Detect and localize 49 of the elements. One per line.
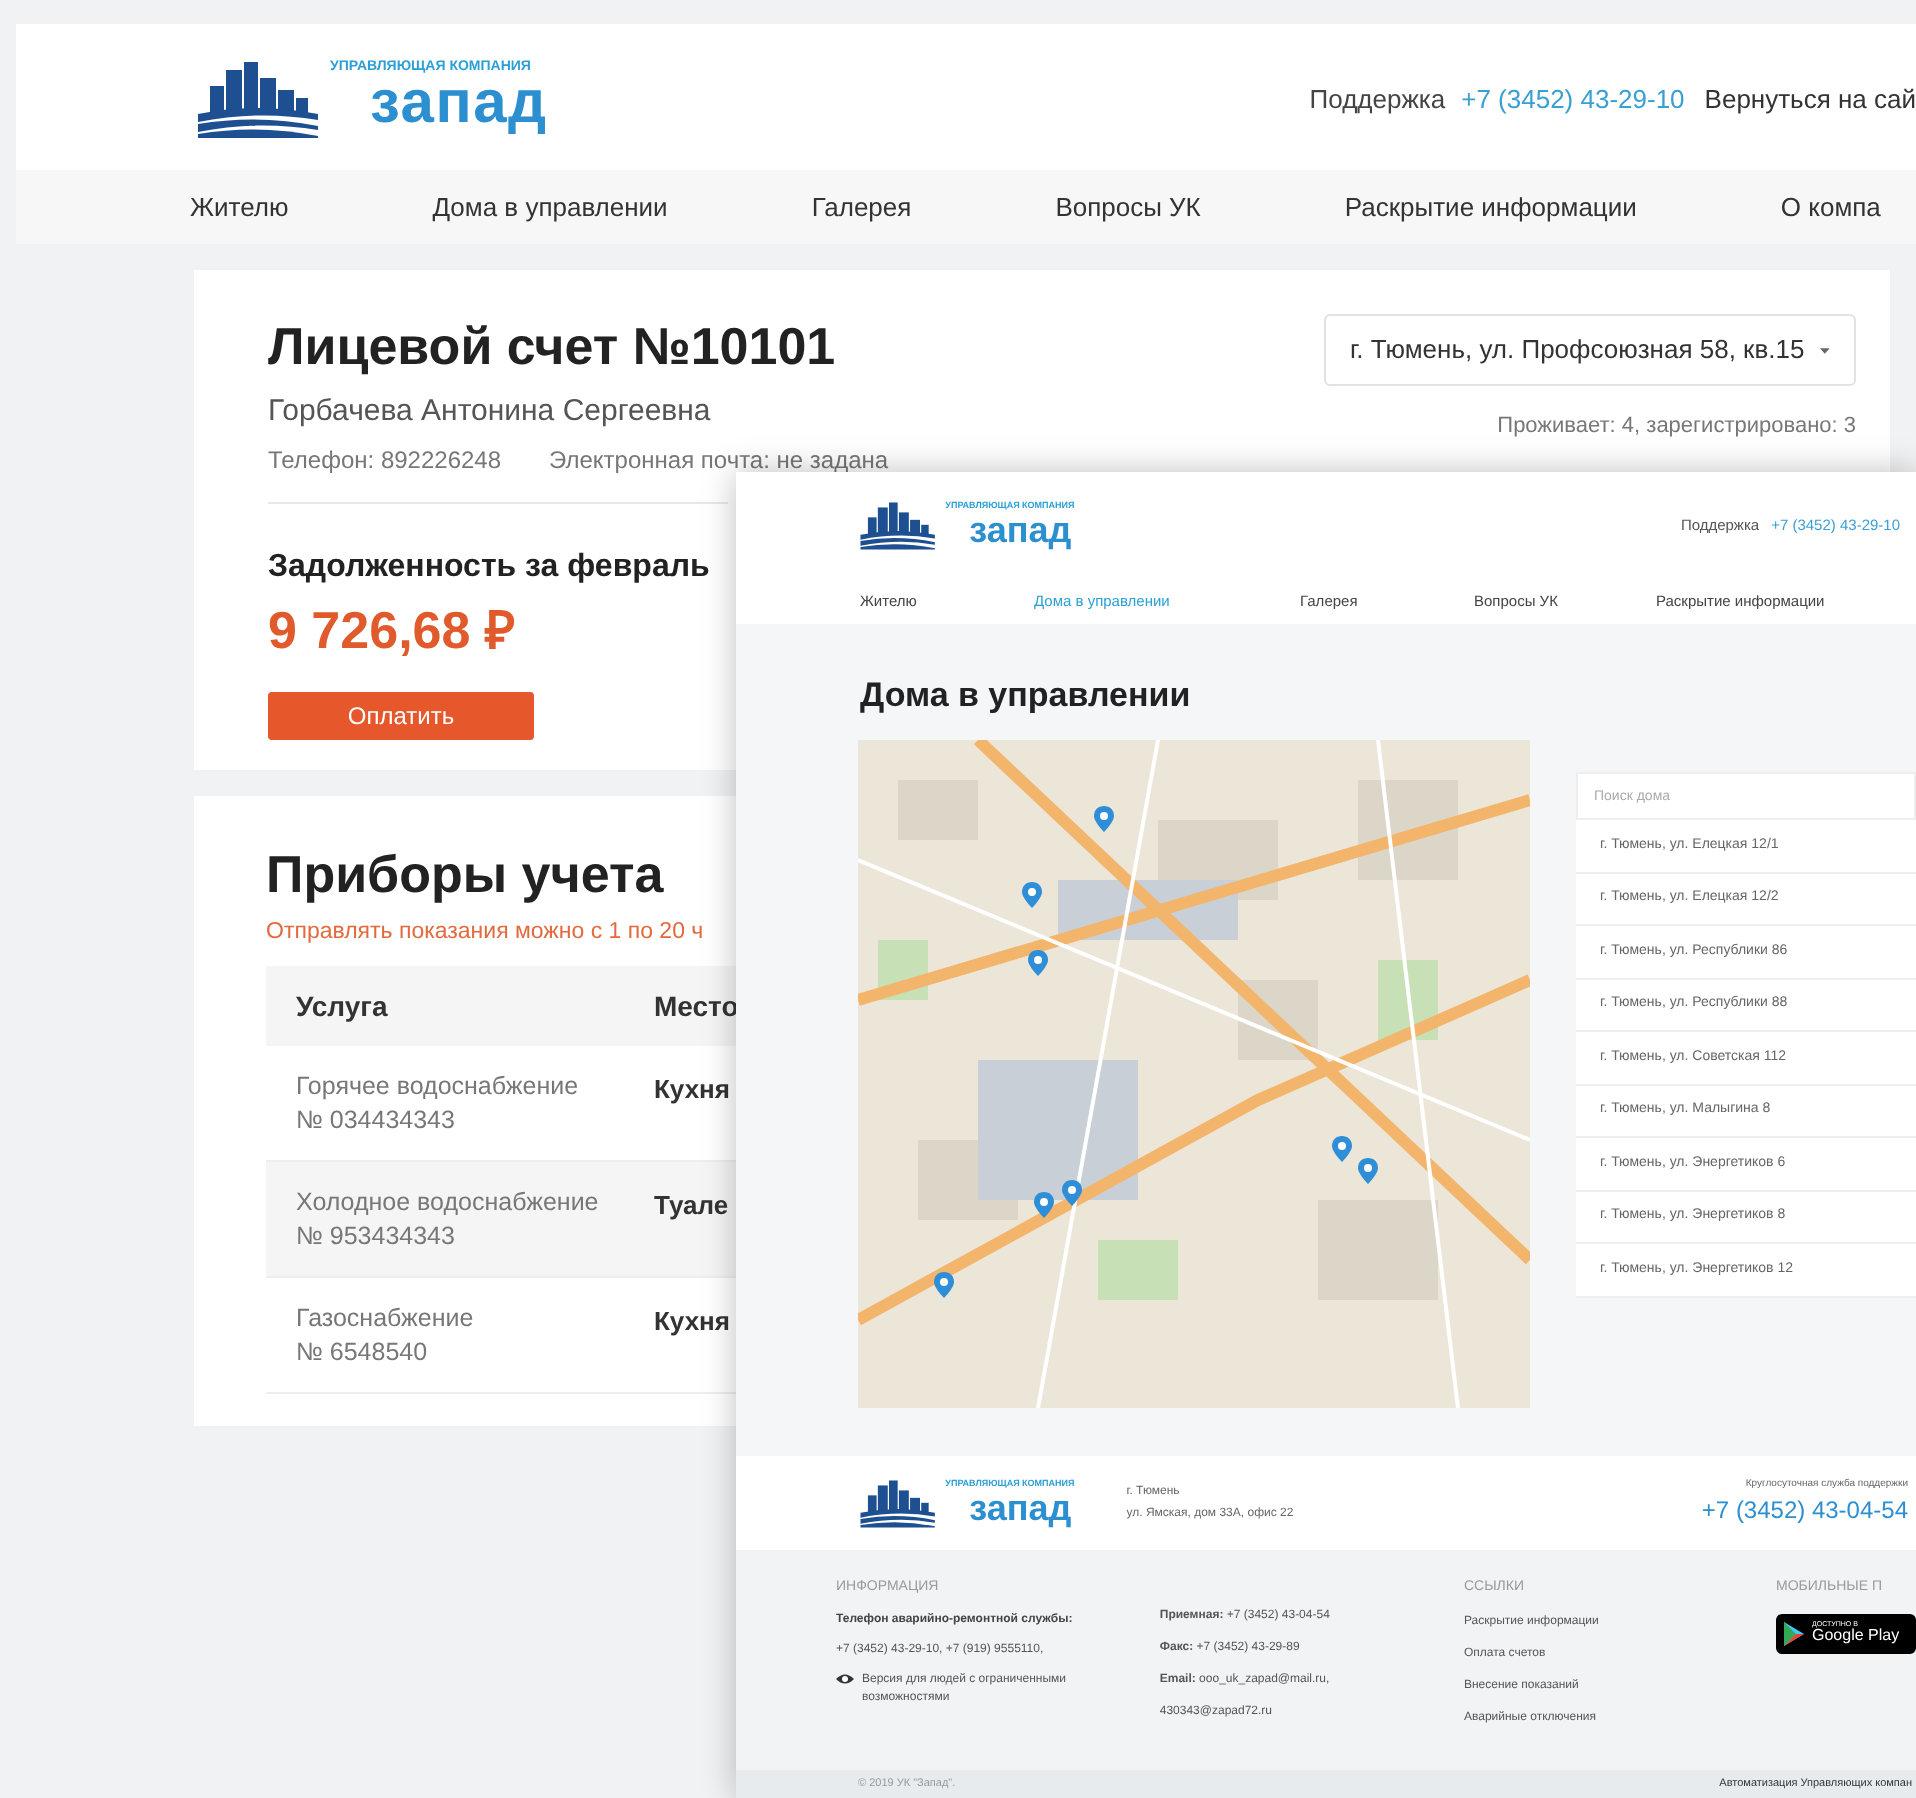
nav-link[interactable]: Вопросы УК	[1055, 187, 1201, 227]
service-name: Холодное водоснабжение	[296, 1186, 601, 1221]
map-pin-icon	[934, 1272, 954, 1298]
debt-amount: 9 726,68 ₽	[268, 599, 515, 659]
back-to-site-link[interactable]: Вернуться на сай	[1704, 79, 1916, 119]
owner-name: Горбачева Антонина Сергеевна	[268, 392, 713, 432]
meter-number: № 953434343	[296, 1220, 457, 1255]
nav-link[interactable]: Дома в управлении	[432, 187, 668, 227]
meter-number: № 6548540	[296, 1336, 430, 1371]
nav-link[interactable]: Галерея	[811, 187, 912, 227]
account-title: Лицевой счет №10101	[268, 314, 838, 378]
meters-title: Приборы учета	[266, 844, 664, 904]
buildings-logo-icon	[194, 57, 322, 137]
logo-name: запад	[969, 1489, 1074, 1526]
service-name: Газоснабжение	[296, 1302, 476, 1337]
buildings-logo-icon	[858, 500, 938, 550]
nav-link[interactable]: Жителю	[190, 187, 289, 227]
support-phone: +7 (3452) 43-04-54	[1701, 1494, 1908, 1529]
location-cell-text: Туале	[654, 1188, 729, 1225]
logo-name: запад	[370, 74, 548, 134]
column-header: Место	[654, 987, 739, 1026]
pay-button[interactable]: Оплатить	[268, 691, 534, 739]
page-title: Дома в управлении	[858, 676, 1193, 716]
logo-name: запад	[969, 511, 1074, 548]
location-cell-text: Кухня	[654, 1304, 730, 1341]
meters-note: Отправлять показания можно с 1 по 20 ч	[266, 918, 704, 948]
nav-link[interactable]: О компа	[1780, 187, 1881, 227]
location-cell-text: Кухня	[654, 1072, 730, 1109]
debt-label: Задолженность за февраль	[268, 547, 710, 587]
map-pin-icon	[1332, 1136, 1352, 1162]
map-pin-icon	[1062, 1180, 1082, 1206]
nav-link[interactable]: Раскрытие информации	[1344, 187, 1637, 227]
map-pin-icon	[1034, 1192, 1054, 1218]
play-triangle-icon	[1784, 1621, 1804, 1645]
map-pin-icon	[1358, 1158, 1378, 1184]
map-pin-icon	[1022, 882, 1042, 908]
column-header: Услуга	[296, 987, 390, 1026]
buildings-logo-icon	[858, 1478, 938, 1528]
caret-icon	[1820, 347, 1830, 353]
residents-text: Проживает: 4, зарегистрировано: 3	[1497, 412, 1856, 442]
map-pin-icon	[1094, 806, 1114, 832]
email-text: Электронная почта: не задана	[549, 443, 889, 477]
phone-text: Телефон: 892226248	[268, 443, 502, 477]
eye-icon	[836, 1671, 854, 1685]
map-pin-icon	[1028, 950, 1048, 976]
address-select[interactable]: г. Тюмень, ул. Профсоюзная 58, кв.15	[1324, 314, 1856, 386]
support-label: Поддержка	[1309, 81, 1446, 118]
service-name: Горячее водоснабжение	[296, 1070, 581, 1105]
meter-number: № 034434343	[296, 1104, 457, 1139]
